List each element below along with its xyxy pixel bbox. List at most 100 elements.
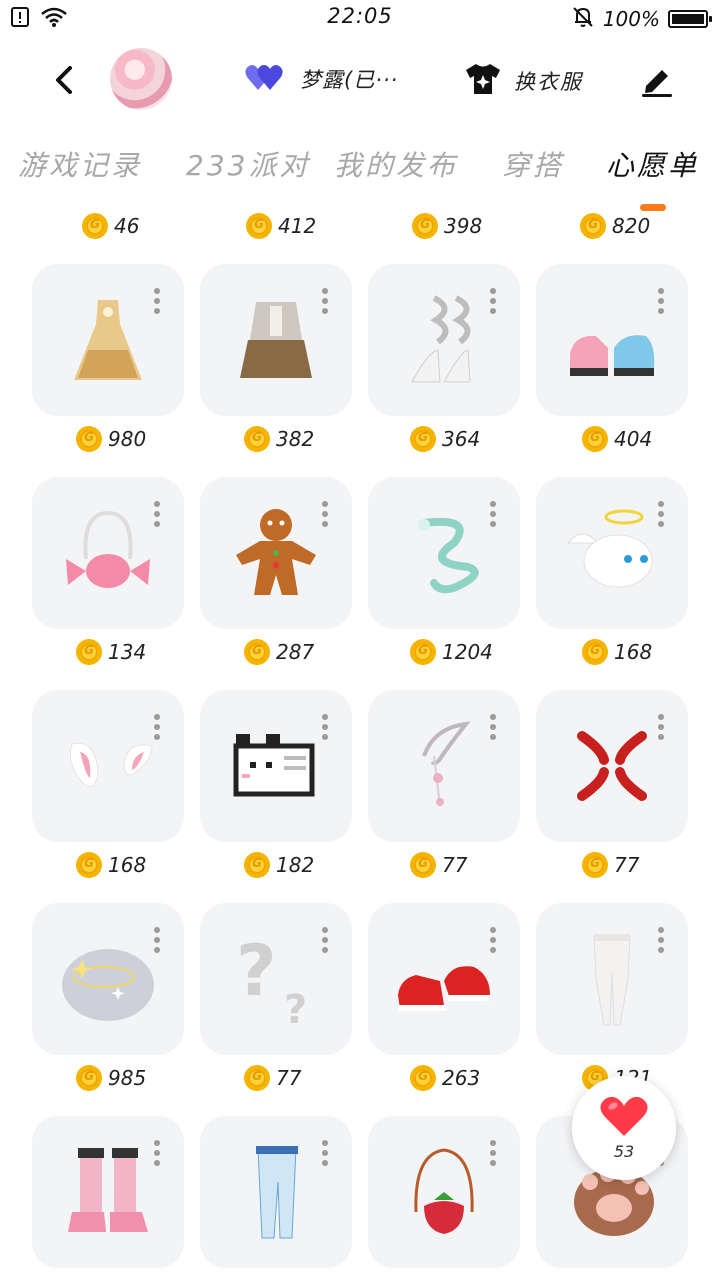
ear-chain-icon [394, 716, 494, 816]
item-price: 182 [244, 852, 314, 878]
more-options-icon[interactable] [490, 927, 496, 953]
mute-bell-icon [571, 5, 595, 33]
wishlist-item-card[interactable] [32, 1116, 184, 1268]
more-options-icon[interactable] [154, 714, 160, 740]
coin-icon [412, 213, 438, 239]
edit-button[interactable] [640, 64, 674, 98]
coin-icon [410, 426, 436, 452]
wishlist-item-card[interactable] [200, 477, 352, 629]
coin-icon [76, 1065, 102, 1091]
svg-text:?: ? [236, 930, 277, 1012]
coin-icon [244, 426, 270, 452]
strawberry-bag-icon [394, 1142, 494, 1242]
wishlist-item-card[interactable] [368, 1116, 520, 1268]
item-price: 820 [580, 213, 650, 239]
wishlist-item-card[interactable] [32, 477, 184, 629]
more-options-icon[interactable] [658, 501, 664, 527]
wishlist-item-card[interactable] [536, 477, 688, 629]
status-right: 100% [571, 5, 712, 33]
more-options-icon[interactable] [490, 288, 496, 314]
white-leggings-icon [562, 929, 662, 1029]
coin-icon [582, 426, 608, 452]
more-options-icon[interactable] [658, 927, 664, 953]
more-options-icon[interactable] [322, 288, 328, 314]
tshirt-sparkle-icon [464, 62, 502, 100]
item-price: 168 [76, 852, 146, 878]
wishlist-item-card[interactable] [368, 690, 520, 842]
item-price: 412 [246, 213, 316, 239]
tab-game-records[interactable]: 游戏记录 [18, 144, 142, 184]
tab-wishlist[interactable]: 心愿单 [606, 144, 699, 184]
more-options-icon[interactable] [658, 288, 664, 314]
wishlist-item-card[interactable] [536, 264, 688, 416]
wishlist-item-card[interactable] [200, 690, 352, 842]
wishlist-item-card[interactable] [200, 1116, 352, 1268]
pencil-icon [642, 70, 672, 97]
more-options-icon[interactable] [490, 501, 496, 527]
coin-icon [244, 639, 270, 665]
chevron-left-icon [56, 66, 72, 94]
change-outfit-label: 换衣服 [514, 70, 583, 94]
like-button[interactable]: 53 [572, 1076, 676, 1180]
change-outfit-button[interactable]: 换衣服 [464, 62, 583, 100]
svg-text:?: ? [284, 987, 307, 1029]
wishlist-item-card[interactable] [536, 903, 688, 1055]
more-options-icon[interactable] [154, 927, 160, 953]
item-price: 398 [412, 213, 482, 239]
coin-icon [410, 852, 436, 878]
pink-blue-shoes-icon [562, 290, 662, 390]
status-bar: 22:05 100% [0, 0, 720, 36]
item-price: 77 [410, 852, 467, 878]
item-price: 287 [244, 639, 314, 665]
wishlist-item-card[interactable] [32, 690, 184, 842]
item-price: 364 [410, 426, 480, 452]
more-options-icon[interactable] [490, 714, 496, 740]
coin-icon [580, 213, 606, 239]
more-options-icon[interactable] [322, 501, 328, 527]
wishlist-item-card[interactable] [368, 477, 520, 629]
battery-level [672, 14, 704, 24]
tab-my-posts[interactable]: 我的发布 [334, 144, 458, 184]
wishlist-item-card[interactable]: ?? [200, 903, 352, 1055]
item-price: 980 [76, 426, 146, 452]
brown-outfit-icon [226, 290, 326, 390]
coin-icon [582, 852, 608, 878]
wishlist-item-card[interactable] [32, 264, 184, 416]
more-options-icon[interactable] [322, 1140, 328, 1166]
coin-icon [244, 1065, 270, 1091]
more-options-icon[interactable] [154, 501, 160, 527]
bunny-ears-icon [58, 716, 158, 816]
match-name: 梦露(已··· [300, 68, 399, 92]
tab-233-party[interactable]: 233派对 [186, 144, 310, 184]
item-price: 134 [76, 639, 146, 665]
coin-icon [76, 426, 102, 452]
wishlist-item-card[interactable] [368, 264, 520, 416]
back-button[interactable] [46, 62, 82, 98]
more-options-icon[interactable] [658, 714, 664, 740]
match-button[interactable]: 梦露(已··· [244, 62, 398, 96]
heart-icon [600, 1096, 648, 1136]
more-options-icon[interactable] [322, 927, 328, 953]
more-options-icon[interactable] [154, 1140, 160, 1166]
more-options-icon[interactable] [154, 288, 160, 314]
coin-icon [76, 639, 102, 665]
pixel-cat-icon [226, 716, 326, 816]
wishlist-item-card[interactable] [368, 903, 520, 1055]
red-sneakers-icon [394, 929, 494, 1029]
gingerbread-man-icon [226, 503, 326, 603]
wishlist-item-card[interactable] [32, 903, 184, 1055]
more-options-icon[interactable] [322, 714, 328, 740]
more-options-icon[interactable] [490, 1140, 496, 1166]
candy-bag-icon [58, 503, 158, 603]
angel-cat-icon [562, 503, 662, 603]
coin-icon [244, 852, 270, 878]
wishlist-item-card[interactable] [536, 690, 688, 842]
tab-outfits[interactable]: 穿搭 [502, 144, 564, 184]
profile-header: 梦露(已··· 换衣服 [0, 44, 720, 116]
coin-icon [410, 639, 436, 665]
avatar[interactable] [110, 48, 172, 110]
coin-icon [76, 852, 102, 878]
like-count: 53 [613, 1142, 635, 1161]
starry-cloud-icon [58, 929, 158, 1029]
wishlist-item-card[interactable] [200, 264, 352, 416]
